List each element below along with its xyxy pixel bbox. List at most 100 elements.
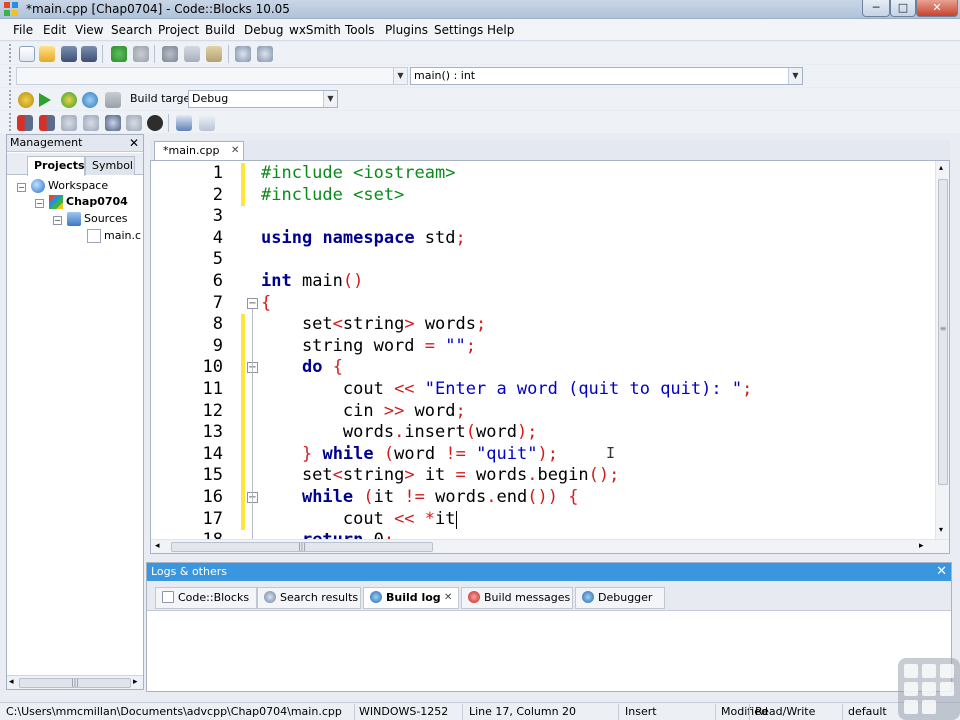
- tab-main-cpp[interactable]: *main.cpp ✕: [154, 141, 244, 160]
- copy-icon[interactable]: [184, 46, 200, 62]
- code-line[interactable]: cout << *it: [261, 509, 456, 529]
- build-target-select[interactable]: Debug ▼: [188, 90, 338, 108]
- tab-build-log[interactable]: Build log ✕: [363, 587, 459, 609]
- scroll-right-icon[interactable]: ▸: [133, 677, 138, 687]
- menu-view[interactable]: View: [75, 23, 103, 37]
- chevron-down-icon[interactable]: ▼: [393, 68, 407, 84]
- code-line[interactable]: do {: [261, 357, 343, 377]
- scrollbar-thumb[interactable]: |||: [19, 678, 131, 688]
- scroll-up-icon[interactable]: ▴: [939, 163, 943, 172]
- build-gear-icon[interactable]: [18, 92, 34, 108]
- editor-vertical-scrollbar[interactable]: ▴ ≡ ▾: [935, 161, 949, 539]
- debug-windows-icon[interactable]: [176, 115, 192, 131]
- new-file-icon[interactable]: [19, 46, 35, 62]
- code-line[interactable]: while (it != words.end()) {: [261, 487, 579, 507]
- scrollbar-thumb[interactable]: ≡: [938, 179, 948, 485]
- log-content[interactable]: [147, 612, 951, 691]
- next-line-icon[interactable]: [61, 115, 77, 131]
- abort-icon[interactable]: [105, 92, 121, 108]
- run-icon[interactable]: [39, 93, 51, 107]
- collapse-icon[interactable]: −: [17, 183, 26, 192]
- editor-horizontal-scrollbar[interactable]: ◂ ||| ▸: [151, 539, 949, 553]
- code-line[interactable]: using namespace std;: [261, 228, 466, 248]
- toolbar-gripper[interactable]: [9, 113, 13, 131]
- tree-item-workspace[interactable]: Workspace: [31, 179, 108, 193]
- menu-edit[interactable]: Edit: [43, 23, 66, 37]
- scope-combo[interactable]: ▼: [16, 67, 408, 85]
- replace-icon[interactable]: [257, 46, 273, 62]
- save-all-icon[interactable]: [81, 46, 97, 62]
- maximize-button[interactable]: □: [890, 0, 916, 17]
- tab-codeblocks-log[interactable]: Code::Blocks: [155, 587, 257, 609]
- save-icon[interactable]: [61, 46, 77, 62]
- code-line[interactable]: cin >> word;: [261, 401, 466, 421]
- tab-search-results[interactable]: Search results: [257, 587, 361, 609]
- close-icon[interactable]: ✕: [128, 135, 140, 151]
- menu-build[interactable]: Build: [205, 23, 235, 37]
- code-line[interactable]: set<string> it = words.begin();: [261, 465, 619, 485]
- minimize-button[interactable]: ─: [862, 0, 890, 17]
- menu-project[interactable]: Project: [158, 23, 199, 37]
- close-icon[interactable]: ✕: [444, 588, 452, 608]
- tab-projects[interactable]: Projects: [27, 156, 85, 176]
- find-icon[interactable]: [235, 46, 251, 62]
- chevron-down-icon[interactable]: ▼: [323, 91, 337, 107]
- build-and-run-icon[interactable]: [61, 92, 77, 108]
- tab-debugger[interactable]: Debugger: [575, 587, 665, 609]
- scrollbar-thumb[interactable]: |||: [171, 542, 433, 552]
- code-line[interactable]: return 0;: [261, 530, 394, 539]
- open-file-icon[interactable]: [39, 46, 55, 62]
- tree-item-project[interactable]: Chap0704: [49, 195, 128, 209]
- debug-continue-icon[interactable]: [17, 115, 33, 131]
- close-window-button[interactable]: ✕: [916, 0, 958, 17]
- toolbar-gripper[interactable]: [9, 67, 13, 85]
- menu-plugins[interactable]: Plugins: [385, 23, 428, 37]
- function-combo[interactable]: main() : int ▼: [410, 67, 803, 85]
- close-icon[interactable]: ✕: [231, 142, 239, 159]
- fold-collapse-icon[interactable]: −: [247, 297, 258, 309]
- scroll-left-icon[interactable]: ◂: [9, 677, 14, 687]
- tab-build-messages[interactable]: Build messages: [461, 587, 573, 609]
- stop-debugger-icon[interactable]: [147, 115, 163, 131]
- menu-debug[interactable]: Debug: [244, 23, 283, 37]
- tree-item-main-cpp[interactable]: main.cpp: [87, 229, 141, 243]
- menu-wxsmith[interactable]: wxSmith: [289, 23, 341, 37]
- close-icon[interactable]: ✕: [936, 563, 947, 580]
- step-out-icon[interactable]: [105, 115, 121, 131]
- scroll-left-icon[interactable]: ◂: [155, 541, 160, 551]
- debug-info-icon[interactable]: [199, 115, 215, 131]
- tab-symbols[interactable]: Symbol: [85, 156, 135, 175]
- cut-icon[interactable]: [162, 46, 178, 62]
- rebuild-icon[interactable]: [82, 92, 98, 108]
- redo-icon[interactable]: [133, 46, 149, 62]
- scroll-down-icon[interactable]: ▾: [939, 525, 943, 534]
- code-line[interactable]: set<string> words;: [261, 314, 486, 334]
- code-line[interactable]: #include <iostream>: [261, 163, 455, 183]
- management-horizontal-scrollbar[interactable]: ◂ ||| ▸: [7, 675, 143, 689]
- toolbar-gripper[interactable]: [9, 44, 13, 62]
- code-line[interactable]: string word = "";: [261, 336, 476, 356]
- code-line[interactable]: cout << "Enter a word (quit to quit): ";: [261, 379, 752, 399]
- collapse-icon[interactable]: −: [53, 216, 62, 225]
- step-into-icon[interactable]: [83, 115, 99, 131]
- menu-tools[interactable]: Tools: [345, 23, 375, 37]
- code-area[interactable]: −−−#include <iostream>#include <set>usin…: [151, 161, 935, 539]
- chevron-down-icon[interactable]: ▼: [788, 68, 802, 84]
- code-line[interactable]: {: [261, 293, 271, 313]
- code-line[interactable]: } while (word != "quit");: [261, 444, 558, 464]
- menu-help[interactable]: Help: [487, 23, 514, 37]
- menu-file[interactable]: File: [13, 23, 33, 37]
- code-line[interactable]: words.insert(word);: [261, 422, 538, 442]
- code-line[interactable]: #include <set>: [261, 185, 404, 205]
- paste-icon[interactable]: [206, 46, 222, 62]
- menu-search[interactable]: Search: [111, 23, 152, 37]
- undo-icon[interactable]: [111, 46, 127, 62]
- run-to-cursor-icon[interactable]: [39, 115, 55, 131]
- scroll-right-icon[interactable]: ▸: [919, 541, 924, 551]
- collapse-icon[interactable]: −: [35, 199, 44, 208]
- code-line[interactable]: int main(): [261, 271, 363, 291]
- code-editor[interactable]: 123456789101112131415161718 −−−#include …: [150, 160, 950, 554]
- tree-item-sources[interactable]: Sources: [67, 212, 128, 226]
- menu-settings[interactable]: Settings: [434, 23, 483, 37]
- next-instruction-icon[interactable]: [126, 115, 142, 131]
